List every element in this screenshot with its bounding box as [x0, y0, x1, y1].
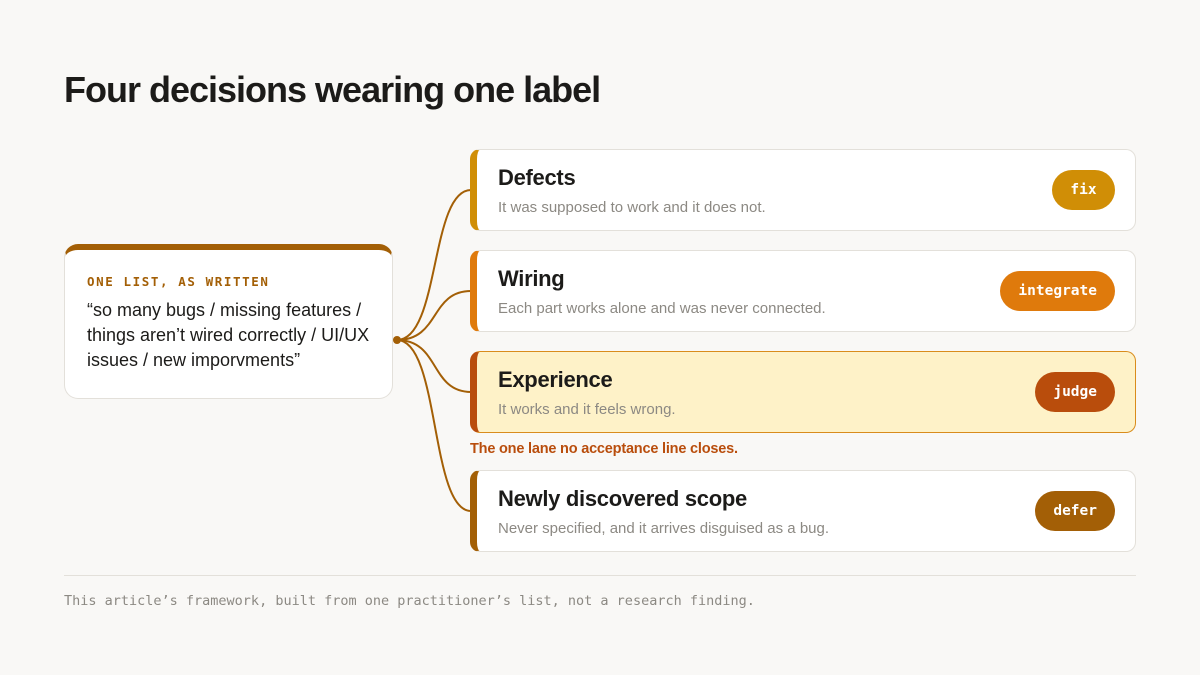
lane-description: It was supposed to work and it does not. — [498, 199, 766, 216]
lane-description: Each part works alone and was never conn… — [498, 300, 826, 317]
lane-experience: Experience It works and it feels wrong. … — [470, 351, 1136, 433]
connector-line-wiring — [396, 290, 472, 341]
lane-newly-discovered-scope: Newly discovered scope Never specified, … — [470, 470, 1136, 552]
footer-divider — [64, 575, 1136, 576]
action-badge-defer: defer — [1035, 491, 1115, 531]
lane-defects: Defects It was supposed to work and it d… — [470, 149, 1136, 231]
lane-description: It works and it feels wrong. — [498, 401, 676, 418]
action-badge-fix: fix — [1052, 170, 1115, 210]
action-badge-judge: judge — [1035, 372, 1115, 412]
experience-lane-note: The one lane no acceptance line closes. — [470, 441, 738, 457]
footnote: This article’s framework, built from one… — [64, 593, 755, 609]
lane-description: Never specified, and it arrives disguise… — [498, 520, 830, 537]
action-badge-integrate: integrate — [1000, 271, 1115, 311]
connector-line-experience — [396, 339, 472, 393]
lane-title: Newly discovered scope — [498, 486, 747, 511]
lane-title: Experience — [498, 367, 613, 392]
lane-title: Wiring — [498, 266, 565, 291]
lane-title: Defects — [498, 165, 576, 190]
connector-lines — [393, 189, 472, 512]
lane-wiring: Wiring Each part works alone and was nev… — [470, 250, 1136, 332]
